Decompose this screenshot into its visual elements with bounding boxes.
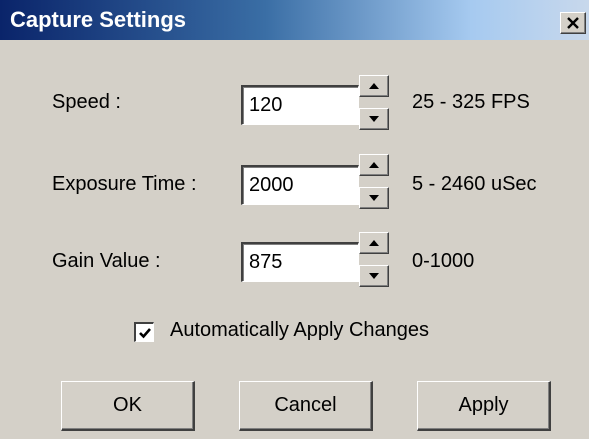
exposure-label: Exposure Time : xyxy=(52,173,197,195)
title-bar[interactable]: Capture Settings xyxy=(0,0,589,40)
capture-settings-dialog: Capture Settings Speed : 120 25 - 325 FP… xyxy=(0,0,589,439)
exposure-spin-down[interactable] xyxy=(359,187,389,209)
speed-range: 25 - 325 FPS xyxy=(412,91,530,113)
gain-label: Gain Value : xyxy=(52,250,161,272)
speed-spin-down[interactable] xyxy=(359,108,389,130)
exposure-spin-up[interactable] xyxy=(359,154,389,176)
window-title: Capture Settings xyxy=(10,7,187,32)
auto-apply-label[interactable]: Automatically Apply Changes xyxy=(170,319,429,342)
speed-label: Speed : xyxy=(52,91,121,113)
gain-spin-up[interactable] xyxy=(359,232,389,254)
gain-input[interactable]: 875 xyxy=(241,242,359,282)
ok-button[interactable]: OK xyxy=(61,381,195,431)
cancel-button[interactable]: Cancel xyxy=(239,381,373,431)
auto-apply-checkbox[interactable] xyxy=(134,322,154,342)
close-button[interactable] xyxy=(560,12,586,34)
speed-spin-up[interactable] xyxy=(359,75,389,97)
gain-spin-down[interactable] xyxy=(359,265,389,287)
speed-input[interactable]: 120 xyxy=(241,85,359,125)
apply-button[interactable]: Apply xyxy=(417,381,551,431)
gain-range: 0-1000 xyxy=(412,250,475,272)
exposure-range: 5 - 2460 uSec xyxy=(412,173,537,195)
exposure-input[interactable]: 2000 xyxy=(241,165,359,205)
